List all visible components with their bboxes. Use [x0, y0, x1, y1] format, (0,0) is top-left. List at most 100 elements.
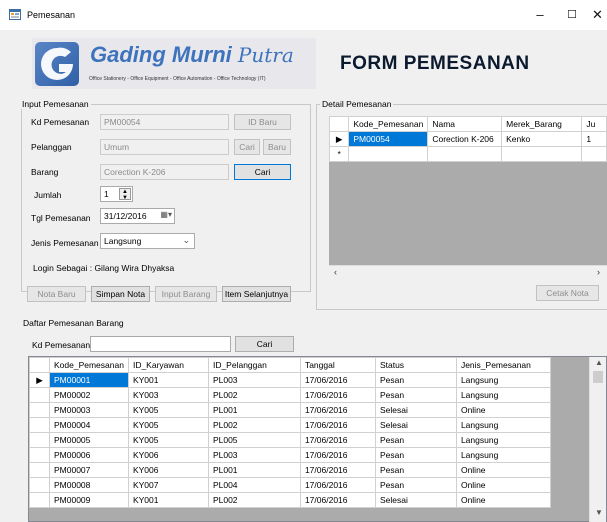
table-cell[interactable]: 17/06/2016 — [299, 417, 376, 433]
column-header[interactable]: ID_Pelanggan — [207, 357, 301, 373]
table-row[interactable]: ▶ PM00054 Corection K-206 Kenko 1 — [329, 131, 607, 147]
table-cell[interactable]: PM00004 — [49, 417, 129, 433]
table-cell[interactable]: KY003 — [127, 387, 209, 403]
pelanggan-baru-button[interactable]: Baru — [263, 139, 291, 155]
table-cell[interactable]: PL002 — [207, 417, 301, 433]
scroll-thumb[interactable] — [593, 371, 603, 383]
table-cell[interactable]: Online — [455, 402, 551, 418]
table-cell[interactable]: PM00006 — [49, 447, 129, 463]
simpan-nota-button[interactable]: Simpan Nota — [91, 286, 150, 302]
table-row[interactable]: PM00009 KY001 PL002 17/06/2016 Selesai Online — [29, 492, 551, 508]
table-cell[interactable]: 17/06/2016 — [299, 432, 376, 448]
column-header[interactable]: ID_Karyawan — [127, 357, 209, 373]
table-cell[interactable]: 17/06/2016 — [299, 477, 376, 493]
table-cell[interactable]: Corection K-206 — [427, 131, 503, 147]
table-cell[interactable]: KY006 — [127, 462, 209, 478]
pelanggan-cari-button[interactable]: Cari — [234, 139, 260, 155]
scroll-left-icon[interactable]: ‹ — [334, 267, 337, 277]
daftar-search-input[interactable] — [90, 336, 231, 352]
table-cell[interactable]: Selesai — [374, 492, 457, 508]
table-cell[interactable]: PM00005 — [49, 432, 129, 448]
table-cell[interactable]: Online — [455, 477, 551, 493]
table-cell[interactable]: PM00003 — [49, 402, 129, 418]
table-cell[interactable]: KY001 — [127, 492, 209, 508]
daftar-cari-button[interactable]: Cari — [235, 336, 294, 352]
table-row[interactable]: PM00006 KY006 PL003 17/06/2016 Pesan Langsung — [29, 447, 551, 463]
stepper-arrows-icon[interactable]: ▲ ▼ — [119, 188, 131, 201]
barang-cari-button[interactable]: Cari — [234, 164, 291, 180]
table-cell[interactable]: 17/06/2016 — [299, 462, 376, 478]
table-row[interactable]: PM00003 KY005 PL001 17/06/2016 Selesai Online — [29, 402, 551, 418]
scroll-up-icon[interactable]: ▲ — [595, 358, 603, 367]
pelanggan-field[interactable]: Umum — [100, 139, 229, 155]
maximize-icon[interactable]: ☐ — [562, 6, 582, 24]
table-cell[interactable]: PM00001 — [49, 372, 129, 388]
column-header[interactable]: Tanggal — [299, 357, 376, 373]
table-cell[interactable]: PM00008 — [49, 477, 129, 493]
column-header[interactable]: Jenis_Pemesanan — [455, 357, 551, 373]
vertical-scrollbar[interactable]: ▲ ▼ — [589, 357, 606, 522]
table-cell[interactable]: Pesan — [374, 447, 457, 463]
table-cell[interactable]: Langsung — [455, 387, 551, 403]
table-row[interactable]: PM00005 KY005 PL005 17/06/2016 Pesan Langsung — [29, 432, 551, 448]
table-cell[interactable]: PL003 — [207, 372, 301, 388]
table-cell[interactable]: KY005 — [127, 432, 209, 448]
table-row[interactable]: PM00004 KY005 PL002 17/06/2016 Selesai Langsu… — [29, 417, 551, 433]
table-cell[interactable]: KY006 — [127, 447, 209, 463]
table-cell[interactable]: 17/06/2016 — [299, 372, 376, 388]
table-cell[interactable]: Langsung — [455, 417, 551, 433]
item-selanjutnya-button[interactable]: Item Selanjutnya — [222, 286, 291, 302]
table-cell[interactable]: Langsung — [455, 447, 551, 463]
table-cell[interactable]: PL002 — [207, 387, 301, 403]
scroll-down-icon[interactable]: ▼ — [595, 508, 603, 517]
new-row[interactable]: * — [329, 146, 607, 162]
table-cell[interactable]: PL001 — [207, 462, 301, 478]
column-header[interactable]: Nama — [427, 116, 503, 132]
cetak-nota-button[interactable]: Cetak Nota — [536, 285, 599, 301]
minimize-icon[interactable]: – — [530, 6, 550, 24]
table-cell[interactable]: 17/06/2016 — [299, 492, 376, 508]
table-cell[interactable]: KY007 — [127, 477, 209, 493]
table-cell[interactable]: PM00009 — [49, 492, 129, 508]
table-cell[interactable]: Pesan — [374, 462, 457, 478]
detail-grid[interactable]: Kode_Pemesanan Nama Merek_Barang Ju ▶ PM… — [329, 116, 607, 279]
barang-field[interactable]: Corection K-206 — [100, 164, 229, 180]
calendar-dropdown-icon[interactable]: ▦▾ — [160, 210, 172, 219]
table-cell[interactable]: PL005 — [207, 432, 301, 448]
table-cell[interactable]: PM00002 — [49, 387, 129, 403]
column-header[interactable]: Merek_Barang — [501, 116, 583, 132]
table-cell[interactable]: Pesan — [374, 477, 457, 493]
column-header[interactable]: Status — [374, 357, 457, 373]
column-header[interactable]: Ju — [581, 116, 607, 132]
table-cell[interactable]: 1 — [581, 131, 607, 147]
table-cell[interactable]: PL002 — [207, 492, 301, 508]
id-baru-button[interactable]: ID Baru — [234, 114, 291, 130]
nota-baru-button[interactable]: Nota Baru — [27, 286, 86, 302]
table-cell[interactable]: PL004 — [207, 477, 301, 493]
table-cell[interactable]: Selesai — [374, 417, 457, 433]
jumlah-stepper[interactable]: 1 ▲ ▼ — [100, 186, 133, 202]
input-barang-button[interactable]: Input Barang — [155, 286, 217, 302]
table-cell[interactable]: Kenko — [501, 131, 583, 147]
tgl-pemesanan-datepicker[interactable]: 31/12/2016 ▦▾ — [100, 208, 175, 224]
jenis-pemesanan-select[interactable]: Langsung ⌄ — [100, 233, 195, 249]
horizontal-scrollbar[interactable]: ‹ › — [329, 265, 607, 279]
table-cell[interactable]: Pesan — [374, 372, 457, 388]
table-row[interactable]: ▶ PM00001 KY001 PL003 17/06/2016 Pesan Langsun… — [29, 372, 551, 388]
column-header[interactable]: Kode_Pemesanan — [348, 116, 429, 132]
table-cell[interactable]: KY005 — [127, 402, 209, 418]
kd-pemesanan-field[interactable]: PM00054 — [100, 114, 229, 130]
table-cell[interactable]: Online — [455, 492, 551, 508]
table-row[interactable]: PM00008 KY007 PL004 17/06/2016 Pesan Online — [29, 477, 551, 493]
column-header[interactable]: Kode_Pemesanan — [49, 357, 129, 373]
table-cell[interactable]: Pesan — [374, 432, 457, 448]
table-cell[interactable]: KY005 — [127, 417, 209, 433]
table-cell[interactable]: PL001 — [207, 402, 301, 418]
table-row[interactable]: PM00007 KY006 PL001 17/06/2016 Pesan Online — [29, 462, 551, 478]
scroll-right-icon[interactable]: › — [597, 267, 600, 277]
table-cell[interactable]: Selesai — [374, 402, 457, 418]
table-cell[interactable]: Pesan — [374, 387, 457, 403]
daftar-grid[interactable]: Kode_Pemesanan ID_Karyawan ID_Pelanggan … — [28, 356, 607, 522]
table-cell[interactable]: 17/06/2016 — [299, 387, 376, 403]
table-cell[interactable]: Langsung — [455, 372, 551, 388]
